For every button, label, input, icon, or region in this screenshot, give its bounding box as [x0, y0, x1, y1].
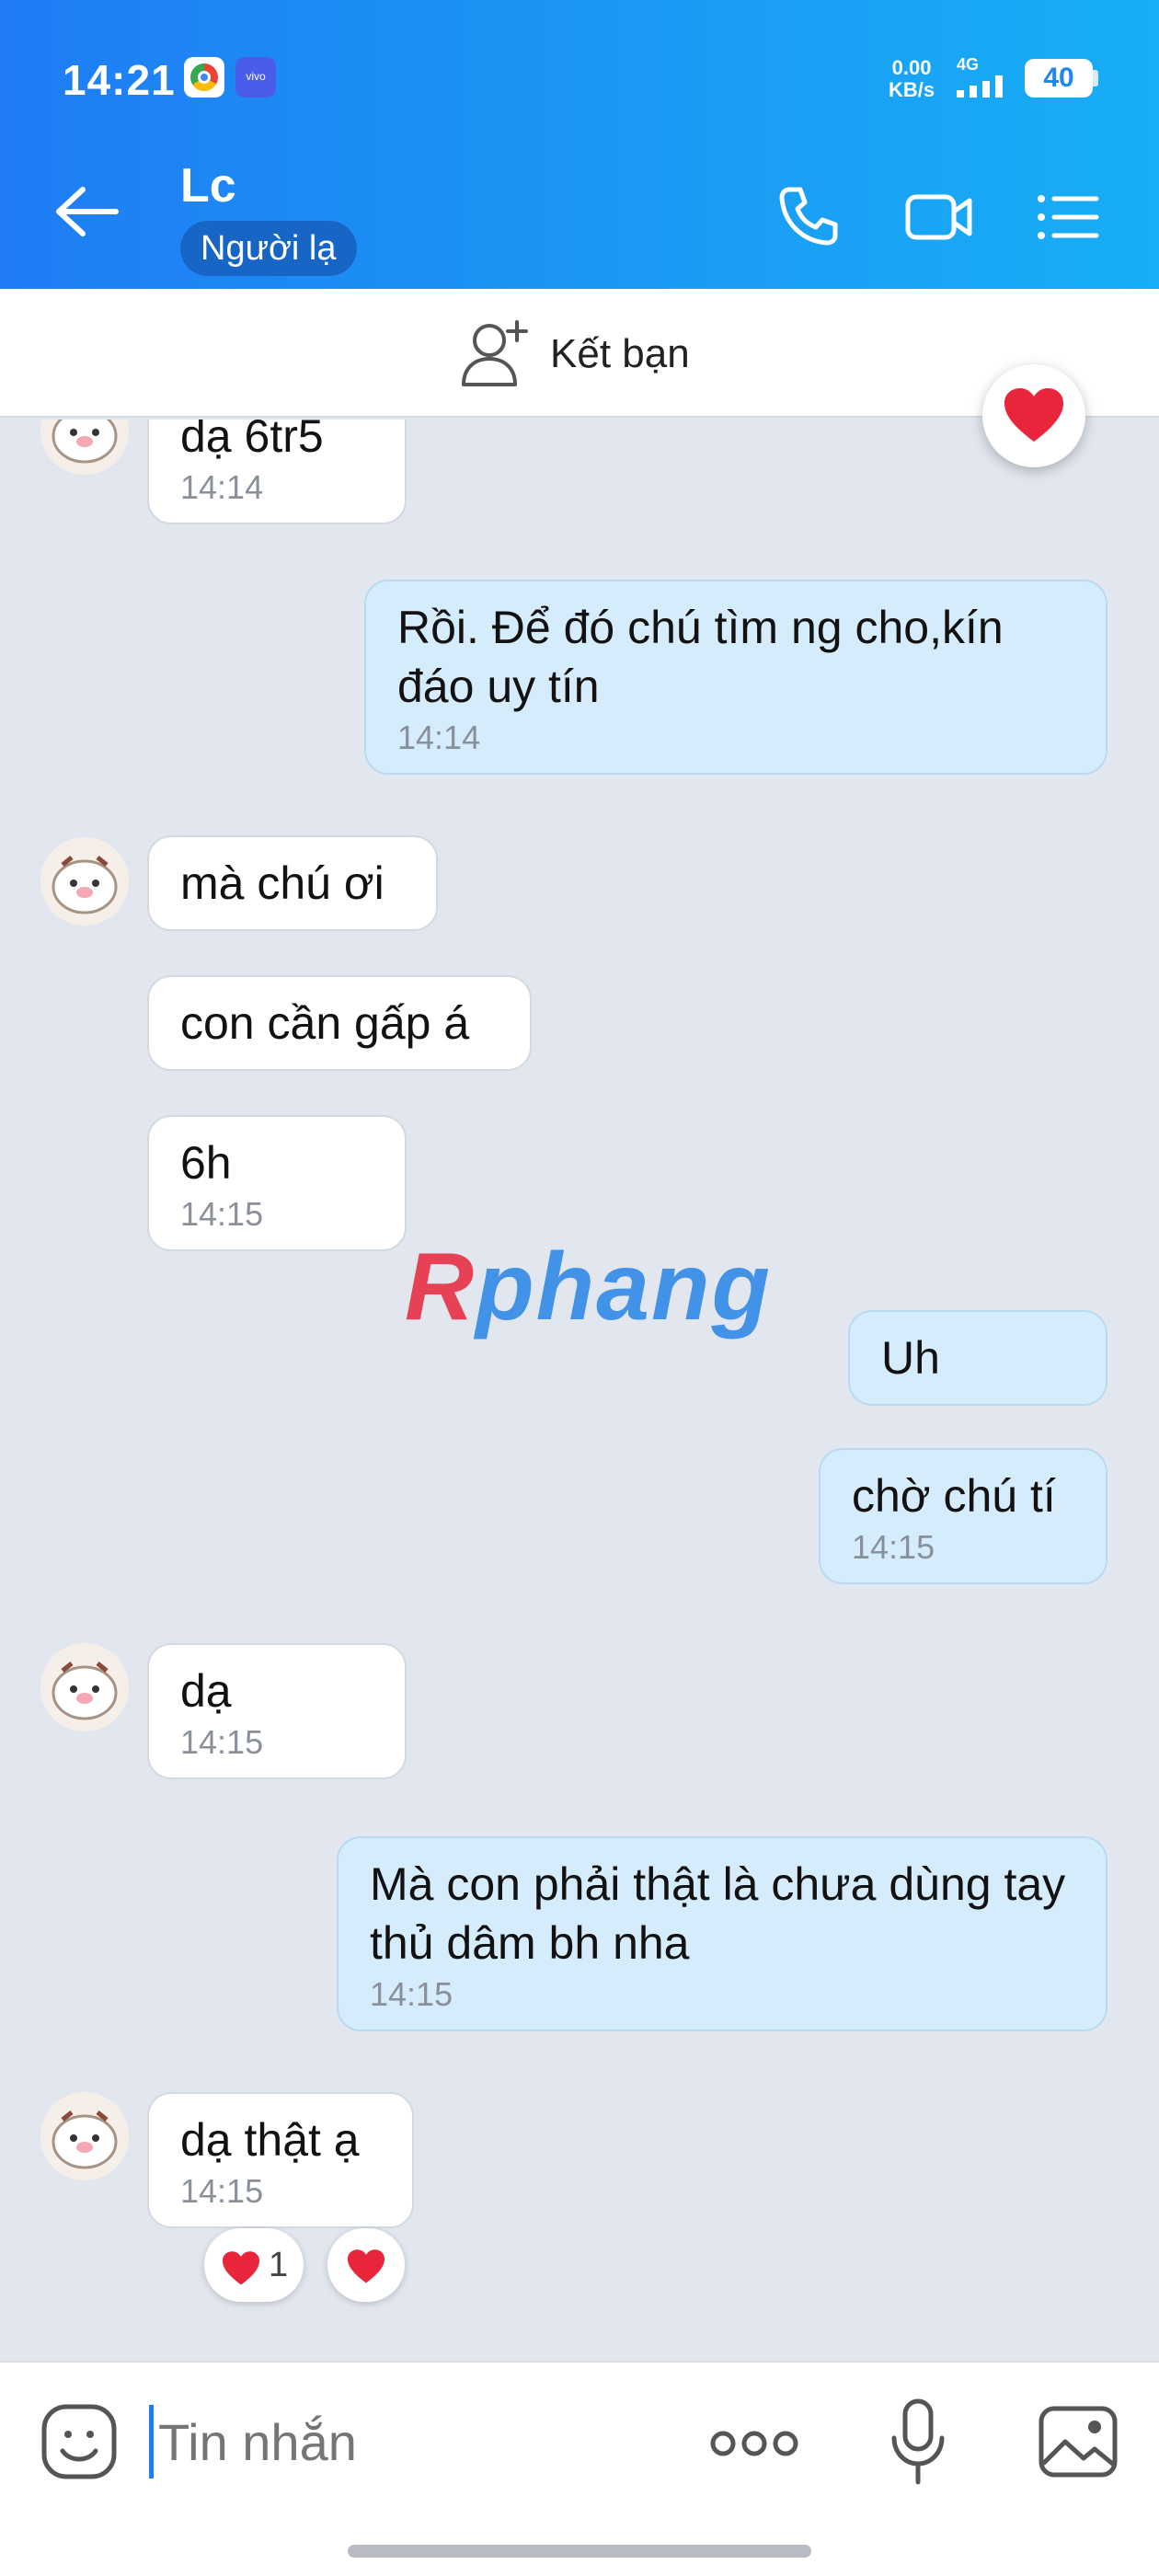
contact-avatar[interactable] — [40, 1643, 129, 1731]
network-speed: 0.00 KB/s — [889, 56, 935, 101]
battery-indicator: 40 — [1025, 59, 1093, 98]
outgoing-message[interactable]: chờ chú tí 14:15 — [819, 1448, 1107, 1584]
heart-icon — [348, 2249, 384, 2283]
status-time: 14:21 — [63, 56, 176, 104]
message-text: chờ chú tí — [852, 1470, 1056, 1522]
network-type: 4G — [957, 55, 980, 74]
microphone-icon[interactable] — [890, 2398, 946, 2486]
message-text: 6h — [180, 1137, 232, 1189]
message-time: 14:15 — [852, 1528, 935, 1566]
message-text: mà chú ơi — [180, 857, 384, 909]
incoming-message[interactable]: dạ 6tr5 14:14 — [147, 420, 407, 524]
image-gallery-icon[interactable] — [1038, 2405, 1119, 2478]
watermark-logo: Rphang — [405, 1234, 773, 1340]
heart-icon — [223, 2251, 259, 2285]
incoming-message[interactable]: dạ 14:15 — [147, 1643, 407, 1779]
message-text: dạ — [180, 1665, 232, 1717]
phone-icon[interactable] — [776, 184, 841, 248]
message-list[interactable]: dạ 6tr5 14:14 Rồi. Để đó chú tìm ng cho,… — [0, 420, 1159, 2361]
add-reaction-button[interactable] — [327, 2228, 405, 2302]
contact-avatar[interactable] — [40, 420, 129, 475]
message-text: Rồi. Để đó chú tìm ng cho,kín đáo uy tín — [397, 602, 1004, 712]
incoming-message[interactable]: mà chú ơi — [147, 835, 438, 931]
reaction-count-badge[interactable]: 1 — [204, 2228, 304, 2302]
chrome-icon — [184, 57, 224, 98]
home-indicator[interactable] — [348, 2545, 811, 2558]
message-text: Uh — [881, 1332, 940, 1384]
list-menu-icon[interactable] — [1036, 191, 1100, 243]
stranger-badge: Người lạ — [180, 221, 357, 276]
video-camera-icon[interactable] — [905, 191, 973, 243]
chat-header: 14:21 vivo 0.00 KB/s 4G 40 Lc Người lạ — [0, 0, 1159, 289]
more-options-icon[interactable] — [708, 2418, 800, 2469]
outgoing-message[interactable]: Mà con phải thật là chưa dùng tay thủ dâ… — [337, 1836, 1107, 2031]
incoming-message[interactable]: con cần gấp á — [147, 975, 532, 1071]
back-arrow-icon[interactable] — [55, 184, 120, 239]
message-time: 14:15 — [180, 2172, 264, 2210]
message-input-bar — [0, 2361, 1159, 2576]
message-text: Mà con phải thật là chưa dùng tay thủ dâ… — [370, 1858, 1066, 1969]
message-time: 14:15 — [370, 1975, 453, 2013]
outgoing-message[interactable]: Rồi. Để đó chú tìm ng cho,kín đáo uy tín… — [364, 580, 1107, 775]
message-text: dạ 6tr5 — [180, 420, 324, 462]
add-friend-icon — [462, 320, 528, 386]
contact-name[interactable]: Lc — [180, 158, 236, 213]
incoming-message[interactable]: 6h 14:15 — [147, 1115, 407, 1251]
outgoing-message[interactable]: Uh — [848, 1310, 1107, 1406]
heart-icon — [1004, 388, 1063, 442]
signal-strength-icon — [957, 75, 1003, 98]
contact-avatar[interactable] — [40, 2092, 129, 2180]
contact-avatar[interactable] — [40, 837, 129, 926]
message-input[interactable] — [158, 2412, 637, 2472]
message-time: 14:15 — [180, 1723, 264, 1761]
battery-cap — [1093, 70, 1098, 86]
reaction-count: 1 — [269, 2246, 289, 2284]
vivo-app-icon: vivo — [235, 57, 276, 98]
message-time: 14:14 — [180, 468, 264, 506]
message-text: dạ thật ạ — [180, 2114, 360, 2166]
text-cursor — [149, 2405, 154, 2478]
add-friend-label[interactable]: Kết bạn — [550, 331, 690, 377]
message-time: 14:14 — [397, 719, 481, 756]
message-text: con cần gấp á — [180, 997, 470, 1049]
heart-reaction-button[interactable] — [982, 364, 1085, 467]
message-time: 14:15 — [180, 1195, 264, 1233]
incoming-message[interactable]: dạ thật ạ 14:15 — [147, 2092, 414, 2228]
emoji-icon[interactable] — [40, 2403, 118, 2480]
